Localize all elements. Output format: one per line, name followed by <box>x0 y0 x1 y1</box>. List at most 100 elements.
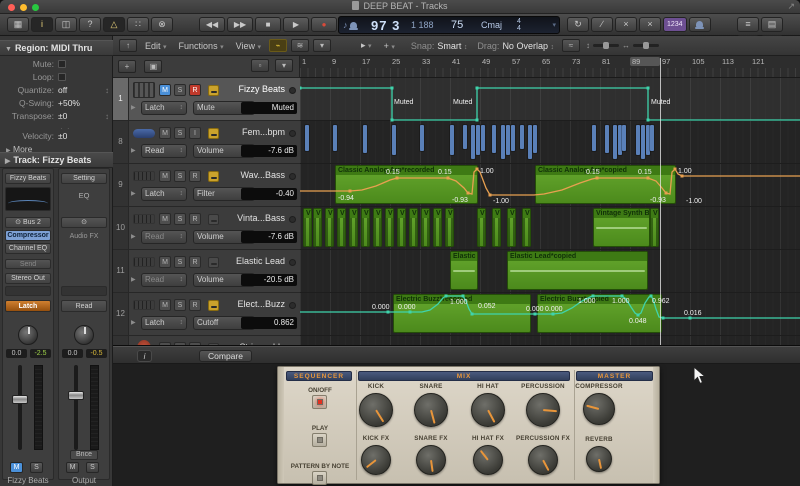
command-tool-menu[interactable]: + ▾ <box>384 41 395 51</box>
track-record-button[interactable]: R <box>189 170 201 182</box>
automation-mode-button[interactable]: Latch ↕ <box>141 187 187 201</box>
mute-checkbox[interactable] <box>58 60 66 68</box>
strip-solo-button[interactable]: S <box>30 462 43 473</box>
bounce-button[interactable]: Bnce <box>70 450 98 460</box>
drag-menu[interactable]: No Overlap ↕ <box>502 41 554 51</box>
automation-node[interactable] <box>461 294 465 298</box>
track-mute-button[interactable]: M <box>159 299 171 311</box>
automation-node[interactable] <box>664 191 668 195</box>
percussion-fx-knob[interactable] <box>528 445 558 475</box>
vertical-zoom-slider[interactable] <box>592 42 619 49</box>
lcd-menu-caret-icon[interactable]: ▾ <box>552 17 556 33</box>
snap-menu[interactable]: Smart ↕ <box>437 41 467 51</box>
automation-node[interactable] <box>466 191 470 195</box>
automation-view-icon[interactable]: ⌁ <box>269 39 287 52</box>
metronome-bell-icon[interactable] <box>688 17 711 32</box>
gain-readout[interactable]: -0.5 <box>86 349 107 358</box>
record-button[interactable]: ● <box>311 17 337 32</box>
track-power-led[interactable] <box>289 302 296 309</box>
midi-region[interactable]: V <box>303 208 312 247</box>
track-header[interactable]: 13MSRStrin...mble <box>113 336 300 345</box>
track-header-config-icon[interactable]: ▾ <box>275 59 293 72</box>
automation-mode-button[interactable]: Read ↕ <box>141 273 187 287</box>
midi-region[interactable]: V <box>650 208 659 247</box>
track-lane[interactable]: Electric Buzz*recorded Electric Buzz*copi… <box>300 293 800 336</box>
automation-curve[interactable]: 0.000 0.0001.0000.052 0.000 0.0001.000 1.000… <box>300 293 800 340</box>
midi-region[interactable]: V <box>492 208 501 247</box>
automation-enable-icon[interactable] <box>208 128 219 139</box>
automation-enable-icon[interactable] <box>208 300 219 311</box>
cycle-icon[interactable]: ↻ <box>567 17 589 32</box>
inspector-icon[interactable]: i <box>31 17 53 32</box>
edit-menu[interactable]: Edit ▾ <box>145 41 167 51</box>
midi-region[interactable]: V <box>522 208 531 247</box>
midi-region[interactable]: V <box>507 208 516 247</box>
fullscreen-icon[interactable]: ↗ <box>787 1 795 12</box>
bus-slot[interactable]: ⊙ Bus 2 <box>5 217 51 228</box>
midi-region[interactable]: V <box>409 208 418 247</box>
play-button[interactable]: ▶ <box>283 17 309 32</box>
track-lane[interactable]: Vintage Synth BasVVVVVVVVVVVVVVVVVV <box>300 207 800 250</box>
send-slot[interactable]: Send <box>5 259 51 269</box>
automation-enable-icon[interactable] <box>208 171 219 182</box>
strip-mute-button[interactable]: M <box>66 462 79 473</box>
disclosure-triangle-icon[interactable]: ▶ <box>131 319 136 326</box>
editors-icon[interactable]: ⊗ <box>151 17 173 32</box>
metronome-icon[interactable]: △ <box>103 17 125 32</box>
track-record-button[interactable]: R <box>189 256 201 268</box>
midi-region[interactable]: Elastic Lead*copied <box>507 251 648 290</box>
automation-mode-button[interactable]: Read ↕ <box>141 230 187 244</box>
autopunch-toggle-icon[interactable]: × <box>639 17 661 32</box>
fader-track[interactable] <box>18 365 22 450</box>
quick-help-icon[interactable]: ? <box>79 17 101 32</box>
pan-readout[interactable]: 0.0 <box>6 349 27 358</box>
track-header[interactable]: 1MSRFizzy Beats▶Latch↕Mute↕Muted <box>113 78 300 121</box>
track-header[interactable]: 9MSRWav...Bass▶Latch↕Filter↕-0.40 <box>113 164 300 207</box>
compressor-knob[interactable] <box>583 393 615 425</box>
automation-node[interactable] <box>673 167 677 171</box>
midi-region[interactable]: V <box>349 208 358 247</box>
region-inspector-header[interactable]: ▼ Region: MIDI Thru <box>0 40 113 56</box>
percussion-knob[interactable] <box>526 393 560 427</box>
duplicate-track-button[interactable]: ▣ <box>144 60 163 73</box>
midi-region[interactable]: V <box>421 208 430 247</box>
track-filter-icon[interactable]: ▾ <box>313 39 331 52</box>
waveform-zoom-icon[interactable]: ≈ <box>561 39 580 52</box>
automation-node[interactable] <box>646 176 650 180</box>
disclosure-triangle-icon[interactable]: ▶ <box>131 190 136 197</box>
automation-node[interactable] <box>636 313 640 317</box>
fader-cap[interactable] <box>12 395 28 404</box>
track-mute-button[interactable]: M <box>159 84 171 96</box>
disclosure-triangle-icon[interactable]: ▶ <box>131 104 136 111</box>
kick-knob[interactable] <box>359 393 393 427</box>
hi-hat-knob[interactable] <box>471 393 505 427</box>
track-zoom-preset-icon[interactable]: ▫ <box>251 59 269 72</box>
note-pads-icon[interactable]: ▤ <box>761 17 783 32</box>
track-lane[interactable]: Elastic L Elastic Lead*copied <box>300 250 800 293</box>
strip-solo-button[interactable]: S <box>86 462 99 473</box>
midi-region[interactable]: V <box>477 208 486 247</box>
setting-slot[interactable]: Setting <box>61 173 107 184</box>
track-solo-button[interactable]: S <box>174 84 186 96</box>
fader-track[interactable] <box>74 365 78 450</box>
midi-region[interactable]: V <box>433 208 442 247</box>
disclosure-triangle-icon[interactable]: ▶ <box>131 276 136 283</box>
disclosure-triangle-icon[interactable]: ▶ <box>131 147 136 154</box>
track-solo-button[interactable]: S <box>174 256 186 268</box>
output-slot[interactable]: Stereo Out <box>5 273 51 284</box>
automation-node[interactable] <box>395 176 399 180</box>
flex-icon[interactable]: ≋ <box>291 39 309 52</box>
add-track-button[interactable]: + <box>118 60 136 73</box>
track-header[interactable]: 11MSRElastic Lead▶Read↕Volume↕-20.5 dB <box>113 250 300 293</box>
disclosure-triangle-icon[interactable]: ▶ <box>131 233 136 240</box>
track-power-led[interactable] <box>289 87 296 94</box>
track-solo-button[interactable]: S <box>174 170 186 182</box>
track-record-button[interactable]: R <box>189 299 201 311</box>
info-button[interactable]: i <box>137 350 152 362</box>
quantize-value[interactable]: off <box>58 84 67 97</box>
track-lane[interactable] <box>300 336 800 345</box>
track-mute-button[interactable]: M <box>159 256 171 268</box>
toolbar-icon[interactable]: ◫ <box>55 17 77 32</box>
track-header[interactable]: 12MSRElect...Buzz▶Latch↕Cutoff↕0.862 <box>113 293 300 336</box>
automation-node[interactable] <box>390 86 394 90</box>
